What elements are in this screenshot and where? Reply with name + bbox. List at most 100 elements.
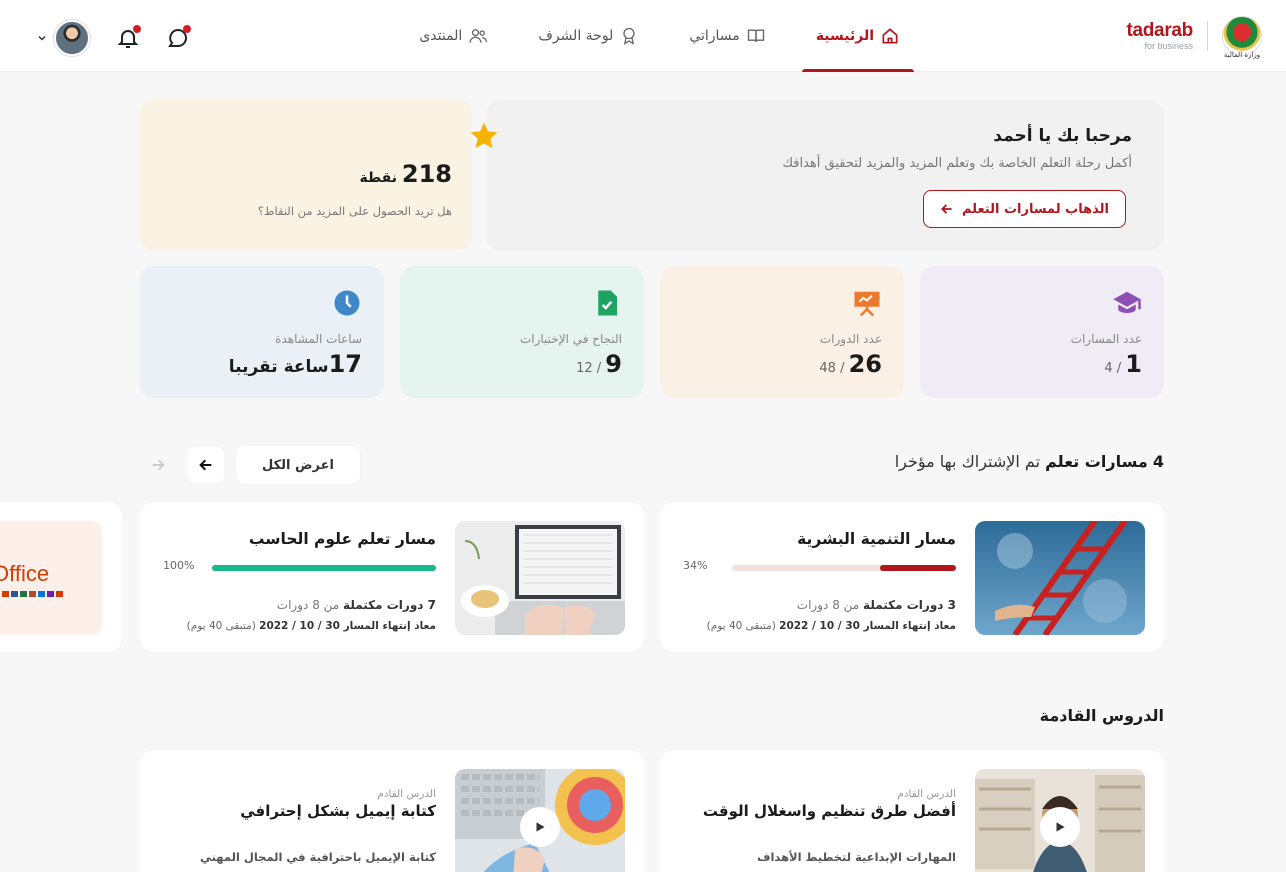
stat-exams-number: 9 bbox=[605, 350, 622, 378]
stat-paths-value: 1 / 4 bbox=[942, 350, 1142, 378]
stat-paths-total: / 4 bbox=[1104, 361, 1122, 376]
carousel-prev-button[interactable] bbox=[188, 447, 224, 483]
avatar bbox=[54, 20, 90, 56]
stat-paths: عدد المسارات 1 / 4 bbox=[920, 266, 1164, 398]
stat-exams: النجاح في الإختبارات 9 / 12 bbox=[400, 266, 644, 398]
play-icon bbox=[1056, 822, 1065, 832]
lesson-card[interactable]: الدرس القادم كتابة إيميل بشكل إحترافي كت… bbox=[140, 750, 644, 872]
stat-watch-hours-number: 17 bbox=[328, 350, 362, 378]
path-progress-percent: 34% bbox=[683, 559, 708, 572]
path-title: مسار تعلم علوم الحاسب bbox=[248, 530, 436, 548]
path-deadline-bold: معاد إنتهاء المسار 30 / 10 / 2022 bbox=[259, 620, 436, 632]
path-card[interactable]: مسار التنمية البشرية 34% 3 دورات مكتملة … bbox=[660, 502, 1164, 652]
lesson-thumbnail bbox=[975, 769, 1145, 872]
lesson-label: الدرس القادم bbox=[897, 788, 956, 800]
path-deadline: معاد إنتهاء المسار 30 / 10 / 2022 (متبقى… bbox=[187, 620, 436, 632]
go-to-paths-button[interactable]: الذهاب لمسارات التعلم bbox=[922, 190, 1126, 228]
stat-exams-label: النجاح في الإختبارات bbox=[519, 332, 622, 346]
stat-exams-total: / 12 bbox=[576, 361, 602, 376]
award-icon bbox=[623, 27, 635, 45]
logo-area[interactable]: وزارة المالية tadarab for business bbox=[1126, 16, 1262, 59]
stat-paths-number: 1 bbox=[1125, 350, 1142, 378]
upcoming-lessons-title: الدروس القادمة bbox=[1039, 706, 1164, 725]
notification-dot bbox=[133, 25, 141, 33]
graduation-cap-icon bbox=[1113, 291, 1141, 313]
stat-courses-label: عدد الدورات bbox=[819, 332, 882, 346]
main-nav: الرئيسية مساراتي لوحة الشرف المنتدى bbox=[383, 0, 915, 72]
paths-count: 4 bbox=[1152, 452, 1164, 471]
nav-home[interactable]: الرئيسية bbox=[801, 0, 915, 72]
path-title: مسار التنمية البشرية bbox=[797, 530, 956, 548]
nav-home-label: الرئيسية bbox=[815, 28, 874, 44]
nav-leaderboard[interactable]: لوحة الشرف bbox=[524, 0, 653, 72]
brand-logo: tadarab for business bbox=[1126, 21, 1193, 51]
nav-forum[interactable]: المنتدى bbox=[405, 0, 502, 72]
more-points-link[interactable]: هل تريد الحصول على المزيد من النقاط؟ bbox=[258, 204, 452, 218]
path-deadline-rest: (متبقى 40 يوم) bbox=[186, 620, 256, 632]
messages-button[interactable] bbox=[166, 25, 191, 50]
user-menu[interactable] bbox=[36, 20, 90, 56]
header-actions bbox=[36, 20, 191, 56]
arrow-right-icon bbox=[152, 459, 165, 471]
lesson-description: المهارات الإبداعية لتخطيط الأهداف bbox=[757, 850, 956, 864]
stat-paths-label: عدد المسارات bbox=[1070, 332, 1142, 346]
arrow-left-icon bbox=[199, 459, 212, 471]
book-icon bbox=[747, 29, 764, 42]
points-card: 218 نقطة هل تريد الحصول على المزيد من ال… bbox=[140, 100, 498, 250]
stat-courses-value: 26 / 48 bbox=[682, 350, 882, 378]
play-icon bbox=[536, 822, 545, 832]
path-card-partial[interactable]: Office bbox=[0, 502, 122, 652]
path-progress-fill bbox=[879, 565, 956, 571]
lesson-card[interactable]: الدرس القادم أفضل طرق تنظيم واسغلال الوق… bbox=[660, 750, 1164, 872]
stat-watch-hours-unit: ساعة تقريبا bbox=[228, 357, 329, 377]
stat-courses-total: / 48 bbox=[819, 361, 845, 376]
lesson-description: كتابة الإيميل باحترافية في المجال المهني bbox=[199, 850, 436, 864]
view-all-button[interactable]: اعرض الكل bbox=[236, 446, 360, 484]
stat-watch-hours-value: 17ساعة تقريبا bbox=[162, 350, 362, 378]
office-thumbnail: Office bbox=[0, 521, 102, 635]
top-header: وزارة المالية tadarab for business الرئي… bbox=[0, 0, 1286, 72]
logo-divider bbox=[1207, 21, 1208, 51]
path-card[interactable]: مسار تعلم علوم الحاسب 100% 7 دورات مكتمل… bbox=[140, 502, 644, 652]
path-deadline-rest: (متبقى 40 يوم) bbox=[706, 620, 776, 632]
welcome-subtitle: أكمل رحلة التعلم الخاصة بك وتعلم المزيد … bbox=[782, 156, 1132, 171]
path-courses-count: 3 دورات مكتملة من 8 دورات bbox=[797, 598, 956, 612]
go-to-paths-label: الذهاب لمسارات التعلم bbox=[961, 201, 1109, 217]
users-icon bbox=[469, 29, 488, 43]
home-icon bbox=[882, 28, 898, 44]
paths-title-rest: تم الإشتراك بها مؤخرا bbox=[894, 452, 1041, 471]
points-unit: نقطة bbox=[359, 170, 398, 186]
welcome-banner: مرحبا بك يا أحمد أكمل رحلة التعلم الخاصة… bbox=[486, 100, 1164, 250]
presentation-board-icon bbox=[854, 291, 880, 317]
path-completed-bold: 3 دورات مكتملة bbox=[863, 598, 956, 612]
path-completed-bold: 7 دورات مكتملة bbox=[343, 598, 436, 612]
path-deadline: معاد إنتهاء المسار 30 / 10 / 2022 (متبقى… bbox=[707, 620, 956, 632]
paths-title-bold: مسارات تعلم bbox=[1045, 452, 1148, 471]
paths-section-title: 4 مسارات تعلم تم الإشتراك بها مؤخرا bbox=[895, 452, 1164, 471]
lesson-title: كتابة إيميل بشكل إحترافي bbox=[240, 802, 436, 820]
paths-carousel-controls: اعرض الكل bbox=[140, 446, 360, 484]
notifications-button[interactable] bbox=[116, 25, 141, 50]
nav-my-paths[interactable]: مساراتي bbox=[675, 0, 779, 72]
brand-subtitle: for business bbox=[1144, 41, 1193, 51]
welcome-title: مرحبا بك يا أحمد bbox=[993, 126, 1132, 146]
path-courses-count: 7 دورات مكتملة من 8 دورات bbox=[277, 598, 436, 612]
stat-watch-hours: ساعات المشاهدة 17ساعة تقريبا bbox=[140, 266, 384, 398]
stat-courses: عدد الدورات 26 / 48 bbox=[660, 266, 904, 398]
lesson-thumbnail bbox=[455, 769, 625, 872]
path-completed-rest: من 8 دورات bbox=[276, 598, 340, 612]
emblem-caption: وزارة المالية bbox=[1223, 51, 1261, 59]
stat-watch-hours-label: ساعات المشاهدة bbox=[275, 332, 362, 346]
path-completed-rest: من 8 دورات bbox=[796, 598, 860, 612]
play-button[interactable] bbox=[1040, 807, 1080, 847]
clock-icon bbox=[334, 290, 360, 316]
path-thumbnail-ladder bbox=[975, 521, 1145, 635]
brand-name: tadarab bbox=[1126, 20, 1193, 41]
path-progress-bar bbox=[732, 565, 956, 571]
nav-my-paths-label: مساراتي bbox=[689, 28, 740, 44]
lesson-title: أفضل طرق تنظيم واسغلال الوقت bbox=[702, 802, 956, 820]
office-app-icons bbox=[2, 591, 63, 597]
play-button[interactable] bbox=[520, 807, 560, 847]
path-progress-percent: 100% bbox=[163, 559, 195, 572]
carousel-next-button[interactable] bbox=[140, 447, 176, 483]
